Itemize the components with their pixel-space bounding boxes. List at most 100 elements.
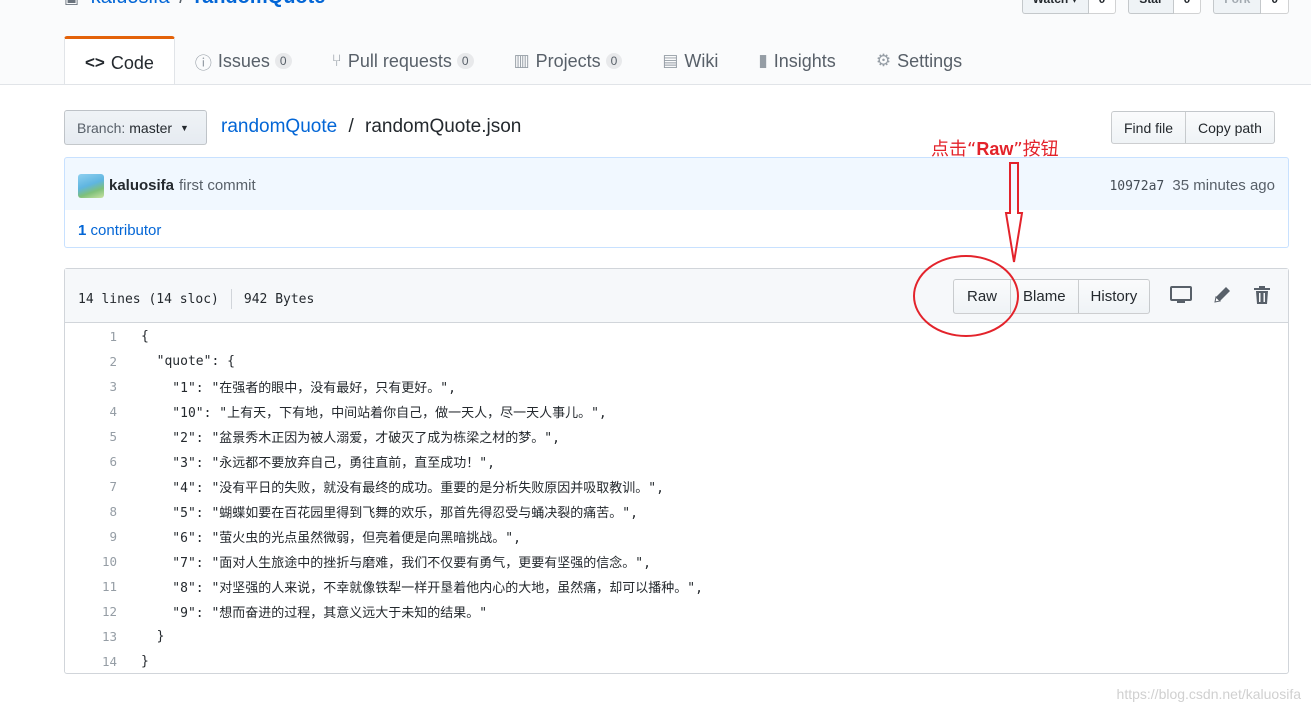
annotation-note: 点击“Raw”按钮 (931, 135, 1059, 161)
file-info: 14 lines (14 sloc) 942 Bytes (78, 289, 314, 309)
line-number[interactable]: 11 (65, 579, 117, 594)
blame-button[interactable]: Blame (1011, 279, 1079, 314)
repo-title-separator: / (179, 0, 185, 8)
line-content: "3": "永远都不要放弃自己，勇往直前，直至成功！", (141, 456, 495, 471)
file-header: 14 lines (14 sloc) 942 Bytes Raw Blame H… (65, 269, 1288, 323)
trash-icon[interactable] (1253, 285, 1271, 305)
contributors-count: 1 (78, 222, 87, 239)
commit-meta: 10972a7 35 minutes ago (1109, 177, 1275, 194)
contributors-link[interactable]: 1 contributor (78, 222, 161, 239)
line-content: "10": "上有天，下有地，中间站着你自己，做一天人，尽一天人事儿。", (141, 406, 607, 421)
line-number[interactable]: 5 (65, 429, 117, 444)
line-number[interactable]: 13 (65, 629, 117, 644)
fork-count[interactable]: 0 (1261, 0, 1289, 14)
star-count[interactable]: 0 (1173, 0, 1202, 14)
pull-requests-counter: 0 (456, 53, 474, 69)
annotation-suffix: ”按钮 (1013, 139, 1059, 160)
commit-sha-link[interactable]: 10972a7 (1109, 179, 1164, 194)
code-blob: 1{2 "quote": {3 "1": "在强者的眼中，没有最好，只有更好。"… (65, 324, 1288, 672)
code-line: 12 "9": "想而奋进的过程，其意义远大于未知的结果。" (65, 599, 1288, 624)
file-nav-buttons: Find file Copy path (1111, 111, 1275, 144)
line-number[interactable]: 14 (65, 654, 117, 669)
repo-name-link[interactable]: randomQuote (194, 0, 325, 8)
pencil-icon[interactable] (1212, 285, 1232, 305)
code-line: 6 "3": "永远都不要放弃自己，勇往直前，直至成功！", (65, 449, 1288, 474)
code-line: 2 "quote": { (65, 349, 1288, 374)
breadcrumb-repo-link[interactable]: randomQuote (221, 116, 337, 137)
tab-projects-label: Projects (535, 50, 601, 71)
branch-label: Branch: (77, 119, 126, 136)
line-content: { (141, 329, 149, 344)
code-line: 4 "10": "上有天，下有地，中间站着你自己，做一天人，尽一天人事儿。", (65, 399, 1288, 424)
graph-icon: ▮ (758, 51, 768, 70)
line-content: } (141, 654, 149, 669)
file-info-divider (230, 289, 232, 309)
commit-message-link[interactable]: first commit (179, 177, 256, 194)
tab-issues-label: Issues (217, 50, 270, 71)
code-line: 11 "8": "对坚强的人来说，不幸就像铁犁一样开垦着他内心的大地，虽然痛，却… (65, 574, 1288, 599)
tab-insights-label: Insights (773, 50, 836, 71)
line-content: "4": "没有平日的失败，就没有最终的成功。重要的是分析失败原因并吸取教训。"… (141, 481, 664, 496)
breadcrumb-file-name: randomQuote.json (365, 116, 522, 137)
find-file-button[interactable]: Find file (1111, 111, 1187, 144)
code-icon: <> (85, 53, 105, 72)
caret-down-icon: ▼ (180, 122, 189, 133)
code-line: 7 "4": "没有平日的失败，就没有最终的成功。重要的是分析失败原因并吸取教训… (65, 474, 1288, 499)
code-line: 13 } (65, 624, 1288, 649)
avatar[interactable] (78, 174, 104, 198)
repo-nav: <> Code ⓘ Issues 0 ⑂ Pull requests 0 ▥ P… (64, 36, 982, 84)
code-line: 5 "2": "盆景秀木正因为被人溺爱，才破灭了成为栋梁之材的梦。", (65, 424, 1288, 449)
tab-pull-requests[interactable]: ⑂ Pull requests 0 (312, 36, 494, 84)
tab-settings[interactable]: ⚙ Settings (856, 36, 982, 84)
line-content: "1": "在强者的眼中，没有最好，只有更好。", (141, 381, 456, 396)
tab-pull-requests-label: Pull requests (347, 50, 452, 71)
code-line: 10 "7": "面对人生旅途中的挫折与磨难，我们不仅要有勇气，更要有坚强的信念… (65, 549, 1288, 574)
star-button[interactable]: Star (1128, 0, 1174, 14)
tab-projects[interactable]: ▥ Projects 0 (494, 36, 643, 84)
copy-path-button[interactable]: Copy path (1186, 111, 1275, 144)
line-number[interactable]: 6 (65, 454, 117, 469)
repo-title: ▣ kaluosifa / randomQuote (64, 0, 325, 9)
line-number[interactable]: 4 (65, 404, 117, 419)
line-number[interactable]: 3 (65, 379, 117, 394)
line-number[interactable]: 8 (65, 504, 117, 519)
desktop-icon[interactable] (1170, 285, 1192, 305)
line-number[interactable]: 10 (65, 554, 117, 569)
tab-code[interactable]: <> Code (64, 36, 175, 84)
history-button[interactable]: History (1078, 279, 1151, 314)
line-content: "quote": { (141, 354, 235, 369)
fork-button[interactable]: Fork (1213, 0, 1262, 14)
file-line-count: 14 lines (14 sloc) (78, 291, 219, 307)
watch-count[interactable]: 0 (1088, 0, 1117, 14)
line-content: "2": "盆景秀木正因为被人溺爱，才破灭了成为栋梁之材的梦。", (141, 431, 560, 446)
watch-button[interactable]: Watch ▾ (1021, 0, 1089, 14)
project-icon: ▥ (513, 51, 530, 70)
issues-counter: 0 (274, 53, 292, 69)
tab-wiki-label: Wiki (684, 50, 719, 71)
line-content: "7": "面对人生旅途中的挫折与磨难，我们不仅要有勇气，更要有坚强的信念。", (141, 556, 651, 571)
tab-issues[interactable]: ⓘ Issues 0 (175, 36, 312, 84)
branch-name: master (129, 119, 173, 136)
line-number[interactable]: 2 (65, 354, 117, 369)
line-number[interactable]: 7 (65, 479, 117, 494)
contributors-label: contributor (90, 222, 162, 239)
file-box: 14 lines (14 sloc) 942 Bytes Raw Blame H… (64, 268, 1289, 674)
repo-owner-link[interactable]: kaluosifa (91, 0, 170, 8)
code-line: 9 "6": "萤火虫的光点虽然微弱，但亮着便是向黑暗挑战。", (65, 524, 1288, 549)
watermark: https://blog.csdn.net/kaluosifa (1116, 686, 1301, 702)
contributors-bar: 1 contributor (64, 210, 1289, 248)
star-action: Star 0 (1128, 0, 1202, 14)
issue-icon: ⓘ (194, 53, 212, 73)
line-number[interactable]: 1 (65, 329, 117, 344)
line-number[interactable]: 9 (65, 529, 117, 544)
line-number[interactable]: 12 (65, 604, 117, 619)
repo-header: ▣ kaluosifa / randomQuote Watch ▾ 0 Star… (0, 0, 1311, 85)
code-line: 1{ (65, 324, 1288, 349)
branch-select-button[interactable]: Branch: master ▼ (64, 110, 207, 145)
commit-author-link[interactable]: kaluosifa (109, 177, 174, 194)
line-content: "9": "想而奋进的过程，其意义远大于未知的结果。" (141, 606, 488, 621)
tab-wiki[interactable]: ▤ Wiki (642, 36, 738, 84)
tab-insights[interactable]: ▮ Insights (738, 36, 855, 84)
raw-button[interactable]: Raw (953, 279, 1012, 314)
line-content: "5": "蝴蝶如要在百花园里得到飞舞的欢乐，那首先得忍受与蛹决裂的痛苦。", (141, 506, 638, 521)
